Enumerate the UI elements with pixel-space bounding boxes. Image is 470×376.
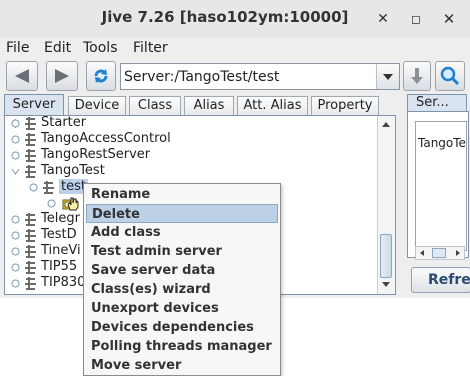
menu-item-move-server[interactable]: Move server bbox=[86, 356, 278, 375]
expand-handle-icon[interactable] bbox=[11, 231, 20, 240]
arrow-left-icon bbox=[15, 69, 29, 83]
server-icon bbox=[25, 277, 36, 290]
menu-file[interactable]: File bbox=[6, 40, 29, 56]
menu-item-test-admin-server[interactable]: Test admin server bbox=[86, 242, 278, 261]
tree-label: TestD bbox=[41, 227, 77, 242]
server-info-list[interactable]: TangoTe bbox=[415, 121, 467, 251]
minimize-button[interactable]: ✕ bbox=[372, 8, 394, 30]
expand-handle-icon[interactable] bbox=[11, 263, 20, 272]
refresh-icon bbox=[94, 69, 108, 83]
forward-button[interactable] bbox=[46, 61, 78, 91]
menu-item-save-server-data[interactable]: Save server data bbox=[86, 261, 278, 280]
maximize-button[interactable]: ◻ bbox=[405, 8, 427, 30]
menu-item-polling-threads-manager[interactable]: Polling threads manager bbox=[86, 337, 278, 356]
arrow-right-icon bbox=[55, 69, 69, 83]
scroll-left-icon[interactable] bbox=[417, 248, 427, 258]
tab-att-alias[interactable]: Att. Alias bbox=[237, 96, 308, 115]
hand-cursor-icon bbox=[67, 197, 79, 211]
menu-item-unexport-devices[interactable]: Unexport devices bbox=[86, 299, 278, 318]
server-icon bbox=[25, 165, 36, 178]
search-button[interactable] bbox=[435, 61, 465, 91]
expand-handle-icon[interactable] bbox=[11, 279, 20, 288]
refresh-button[interactable] bbox=[86, 61, 116, 91]
server-info-box: TangoTe bbox=[407, 111, 469, 260]
menu-item-class-wizard[interactable]: Class(es) wizard bbox=[86, 280, 278, 299]
server-icon bbox=[43, 181, 54, 194]
expand-handle-icon[interactable] bbox=[47, 199, 56, 208]
tab-property[interactable]: Property bbox=[311, 96, 379, 115]
search-icon bbox=[440, 66, 460, 86]
expand-handle-icon[interactable] bbox=[11, 215, 20, 224]
close-button[interactable]: ✕ bbox=[438, 8, 460, 30]
server-icon bbox=[25, 133, 36, 146]
server-icon bbox=[25, 117, 36, 130]
server-info-horizontal-scrollbar[interactable] bbox=[415, 246, 465, 260]
expand-handle-icon[interactable] bbox=[11, 119, 20, 128]
expand-handle-icon[interactable] bbox=[11, 151, 20, 160]
tree-label: TIP830 bbox=[41, 275, 86, 290]
tab-server-info[interactable]: Ser... bbox=[407, 94, 467, 112]
server-icon bbox=[25, 229, 36, 242]
menu-bar: File Edit Tools Filter bbox=[0, 38, 470, 58]
path-value: Server:/TangoTest/test bbox=[124, 69, 280, 85]
tab-device[interactable]: Device bbox=[68, 96, 126, 115]
scroll-up-icon[interactable] bbox=[380, 119, 392, 131]
right-panel: Ser... TangoTe Refre bbox=[403, 94, 470, 297]
tree-label: TangoAccessControl bbox=[41, 131, 171, 146]
menu-edit[interactable]: Edit bbox=[44, 40, 71, 56]
chevron-down-icon bbox=[383, 74, 393, 80]
server-icon bbox=[25, 245, 36, 258]
tree-label: TIP55 bbox=[41, 259, 78, 274]
toolbar: Server:/TangoTest/test bbox=[0, 58, 470, 94]
collapse-handle-icon[interactable] bbox=[11, 167, 20, 176]
tab-server[interactable]: Server bbox=[4, 94, 64, 116]
menu-item-rename[interactable]: Rename bbox=[86, 185, 278, 204]
tree-vertical-scrollbar[interactable] bbox=[377, 116, 395, 294]
tree-label: TangoTest bbox=[41, 163, 105, 178]
server-info-item[interactable]: TangoTe bbox=[418, 136, 466, 150]
refresh-server-button[interactable]: Refre bbox=[411, 267, 470, 293]
path-combo[interactable]: Server:/TangoTest/test bbox=[120, 63, 400, 90]
download-icon bbox=[411, 68, 423, 84]
tree-label: TineVi bbox=[41, 243, 81, 258]
back-button[interactable] bbox=[6, 61, 38, 91]
menu-filter[interactable]: Filter bbox=[133, 40, 168, 56]
tree-label: Starter bbox=[41, 116, 87, 130]
tab-class[interactable]: Class bbox=[129, 96, 181, 115]
tree-label: TangoRestServer bbox=[41, 147, 151, 162]
path-dropdown-button[interactable] bbox=[376, 64, 399, 89]
download-button[interactable] bbox=[403, 61, 431, 91]
tab-alias[interactable]: Alias bbox=[184, 96, 234, 115]
tab-bar: Server Device Class Alias Att. Alias Pro… bbox=[4, 94, 400, 116]
menu-item-delete[interactable]: Delete bbox=[86, 204, 278, 223]
server-icon bbox=[25, 213, 36, 226]
expand-handle-icon[interactable] bbox=[29, 183, 38, 192]
menu-item-devices-dependencies[interactable]: Devices dependencies bbox=[86, 318, 278, 337]
scroll-thumb[interactable] bbox=[380, 234, 392, 278]
expand-handle-icon[interactable] bbox=[11, 247, 20, 256]
context-menu: Rename Delete Add class Test admin serve… bbox=[83, 183, 281, 376]
window-title: Jive 7.26 [haso102ym:10000] bbox=[101, 8, 349, 26]
scroll-right-icon[interactable] bbox=[453, 248, 463, 258]
menu-item-add-class[interactable]: Add class bbox=[86, 223, 278, 242]
scroll-thumb[interactable] bbox=[432, 248, 446, 258]
server-icon bbox=[25, 149, 36, 162]
tree-label: Telegr bbox=[41, 211, 80, 226]
expand-handle-icon[interactable] bbox=[11, 135, 20, 144]
title-bar: Jive 7.26 [haso102ym:10000] ✕ ◻ ✕ bbox=[0, 0, 470, 38]
server-icon bbox=[25, 261, 36, 274]
scroll-down-icon[interactable] bbox=[380, 278, 392, 290]
menu-tools[interactable]: Tools bbox=[83, 40, 118, 56]
